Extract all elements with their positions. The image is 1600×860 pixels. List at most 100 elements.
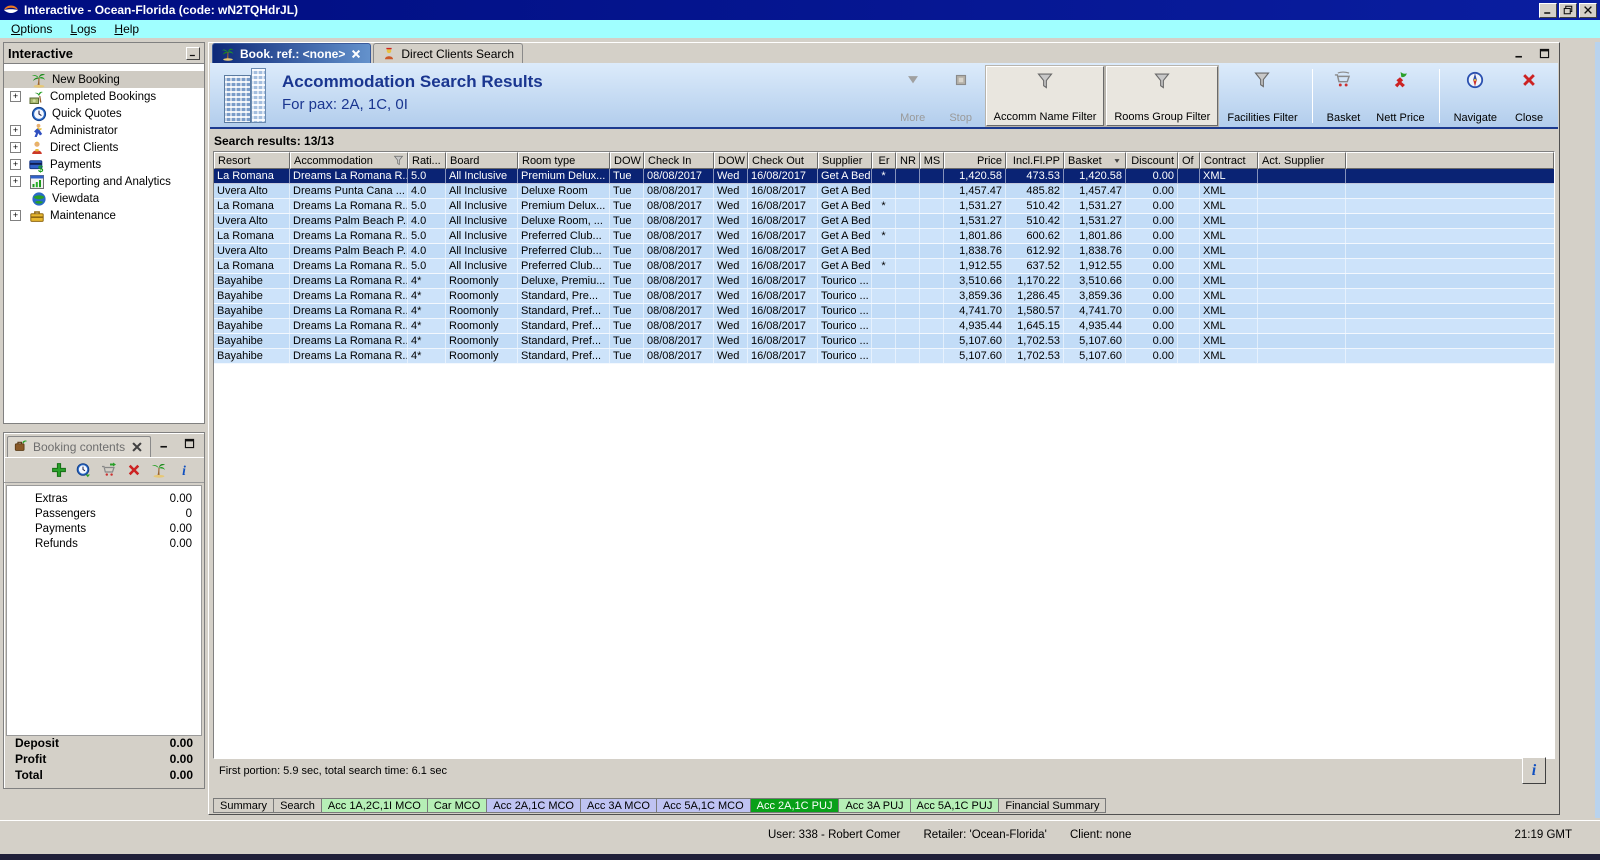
- column-header-supplier[interactable]: Supplier: [818, 152, 872, 169]
- column-header-incl-fl-pp[interactable]: Incl.Fl.PP: [1006, 152, 1064, 169]
- quick-quote-icon[interactable]: [76, 462, 92, 478]
- column-header-discount[interactable]: Discount: [1126, 152, 1178, 169]
- column-header-rati[interactable]: Rati...: [408, 152, 446, 169]
- close-button[interactable]: [1579, 3, 1597, 18]
- tab-book-ref-none[interactable]: Book. ref.: <none>: [212, 43, 371, 63]
- column-header-basket[interactable]: Basket: [1064, 152, 1126, 169]
- column-header-act-supplier[interactable]: Act. Supplier: [1258, 152, 1346, 169]
- minimize-button[interactable]: [1539, 3, 1557, 18]
- holiday-icon[interactable]: [151, 462, 167, 478]
- cell-of: [1178, 349, 1200, 363]
- column-header-er[interactable]: Er: [872, 152, 896, 169]
- bottom-tab-car-mco[interactable]: Car MCO: [428, 798, 487, 813]
- column-header-room-type[interactable]: Room type: [518, 152, 610, 169]
- restore-button[interactable]: [1559, 3, 1577, 18]
- basket-button[interactable]: Basket: [1320, 66, 1368, 126]
- table-row[interactable]: BayahibeDreams La Romana R...4*RoomonlyS…: [214, 349, 1554, 364]
- close-button[interactable]: Close: [1506, 66, 1552, 126]
- move-to-basket-icon[interactable]: [101, 462, 117, 478]
- cell-check-out: 16/08/2017: [748, 289, 818, 303]
- bottom-tab-acc-1a-2c-1i-mco[interactable]: Acc 1A,2C,1I MCO: [322, 798, 428, 813]
- minimize-panel-button[interactable]: [158, 437, 171, 450]
- bottom-tab-acc-5a-1c-mco[interactable]: Acc 5A,1C MCO: [657, 798, 751, 813]
- column-header-check-in[interactable]: Check In: [644, 152, 714, 169]
- delete-icon[interactable]: [126, 462, 142, 478]
- column-header-dow[interactable]: DOW: [714, 152, 748, 169]
- collapse-panel-button[interactable]: [186, 47, 200, 60]
- column-header-dow[interactable]: DOW: [610, 152, 644, 169]
- bottom-tab-acc-3a-mco[interactable]: Acc 3A MCO: [581, 798, 657, 813]
- table-row[interactable]: Uvera AltoDreams Palm Beach P...4.0All I…: [214, 244, 1554, 259]
- minimize-icon: [188, 48, 198, 58]
- table-row[interactable]: La RomanaDreams La Romana R...5.0All Inc…: [214, 259, 1554, 274]
- rooms-group-filter-button[interactable]: Rooms Group Filter: [1106, 66, 1218, 126]
- cell-ms: [920, 244, 944, 258]
- nett-price-button[interactable]: Nett Price: [1369, 66, 1431, 126]
- sidebar-item-quick-quotes[interactable]: Quick Quotes: [4, 105, 204, 122]
- column-header-check-out[interactable]: Check Out: [748, 152, 818, 169]
- expander-icon[interactable]: +: [10, 142, 21, 153]
- cell-basket: 5,107.60: [1064, 334, 1126, 348]
- close-icon[interactable]: [130, 440, 144, 454]
- cell-contract: XML: [1200, 259, 1258, 273]
- sidebar-item-viewdata[interactable]: Viewdata: [4, 190, 204, 207]
- table-row[interactable]: BayahibeDreams La Romana R...4*RoomonlyS…: [214, 334, 1554, 349]
- cell-check-in: 08/08/2017: [644, 199, 714, 213]
- column-header-contract[interactable]: Contract: [1200, 152, 1258, 169]
- expander-icon[interactable]: +: [10, 159, 21, 170]
- maximize-panel-button[interactable]: [1538, 47, 1551, 60]
- sidebar-item-payments[interactable]: +$Payments: [4, 156, 204, 173]
- column-header-price[interactable]: Price: [944, 152, 1006, 169]
- bottom-tab-acc-3a-puj[interactable]: Acc 3A PUJ: [839, 798, 910, 813]
- expander-icon[interactable]: +: [10, 176, 21, 187]
- bottom-tab-summary[interactable]: Summary: [213, 798, 274, 813]
- tab-close-icon[interactable]: [350, 48, 362, 60]
- column-header-of[interactable]: Of: [1178, 152, 1200, 169]
- add-icon[interactable]: [51, 462, 67, 478]
- bottom-tab-financial-summary[interactable]: Financial Summary: [999, 798, 1106, 813]
- bottom-tab-acc-2a-1c-puj[interactable]: Acc 2A,1C PUJ: [751, 798, 840, 813]
- table-row[interactable]: La RomanaDreams La Romana R...5.0All Inc…: [214, 229, 1554, 244]
- minimize-panel-button[interactable]: [1513, 47, 1526, 60]
- menu-options[interactable]: Options: [2, 21, 61, 37]
- table-row[interactable]: BayahibeDreams La Romana R...4*RoomonlyS…: [214, 304, 1554, 319]
- sidebar-item-direct-clients[interactable]: +Direct Clients: [4, 139, 204, 156]
- column-header-ms[interactable]: MS: [920, 152, 944, 169]
- accomm-name-filter-button[interactable]: Accomm Name Filter: [986, 66, 1105, 126]
- table-row[interactable]: La RomanaDreams La Romana R...5.0All Inc…: [214, 169, 1554, 184]
- column-header-board[interactable]: Board: [446, 152, 518, 169]
- maximize-panel-button[interactable]: [183, 437, 196, 450]
- column-header-resort[interactable]: Resort: [214, 152, 290, 169]
- sidebar-item-maintenance[interactable]: +Maintenance: [4, 207, 204, 224]
- column-header-nr[interactable]: NR: [896, 152, 920, 169]
- cell-price: 1,457.47: [944, 184, 1006, 198]
- sidebar-item-completed-bookings[interactable]: +Completed Bookings: [4, 88, 204, 105]
- cell-ms: [920, 169, 944, 183]
- table-row[interactable]: BayahibeDreams La Romana R...4*RoomonlyS…: [214, 319, 1554, 334]
- bottom-tab-search[interactable]: Search: [274, 798, 322, 813]
- table-row[interactable]: Uvera AltoDreams Punta Cana ...4.0All In…: [214, 184, 1554, 199]
- info-button[interactable]: i: [1522, 757, 1546, 784]
- sidebar-item-administrator[interactable]: +Administrator: [4, 122, 204, 139]
- menu-logs[interactable]: Logs: [61, 21, 105, 37]
- tab-direct-clients-search[interactable]: Direct Clients Search: [373, 43, 523, 63]
- info-icon[interactable]: i: [176, 462, 192, 478]
- bottom-tab-acc-2a-1c-mco[interactable]: Acc 2A,1C MCO: [487, 798, 581, 813]
- menu-help[interactable]: Help: [105, 21, 148, 37]
- expander-icon[interactable]: +: [10, 125, 21, 136]
- column-label: Check Out: [752, 155, 804, 167]
- sidebar-item-new-booking[interactable]: New Booking: [4, 71, 204, 88]
- column-header-accommodation[interactable]: Accommodation: [290, 152, 408, 169]
- table-row[interactable]: BayahibeDreams La Romana R...4*RoomonlyS…: [214, 289, 1554, 304]
- sidebar-item-reporting-and-analytics[interactable]: +Reporting and Analytics: [4, 173, 204, 190]
- table-row[interactable]: La RomanaDreams La Romana R...5.0All Inc…: [214, 199, 1554, 214]
- navigate-button[interactable]: Navigate: [1447, 66, 1504, 126]
- tab-booking-contents[interactable]: Booking contents: [7, 436, 151, 457]
- expander-icon[interactable]: +: [10, 210, 21, 221]
- table-row[interactable]: Uvera AltoDreams Palm Beach P...4.0All I…: [214, 214, 1554, 229]
- expander-icon[interactable]: +: [10, 91, 21, 102]
- table-row[interactable]: BayahibeDreams La Romana R...4*RoomonlyD…: [214, 274, 1554, 289]
- cell-rati: 4*: [408, 334, 446, 348]
- facilities-filter-button[interactable]: Facilities Filter: [1220, 66, 1304, 126]
- bottom-tab-acc-5a-1c-puj[interactable]: Acc 5A,1C PUJ: [911, 798, 1000, 813]
